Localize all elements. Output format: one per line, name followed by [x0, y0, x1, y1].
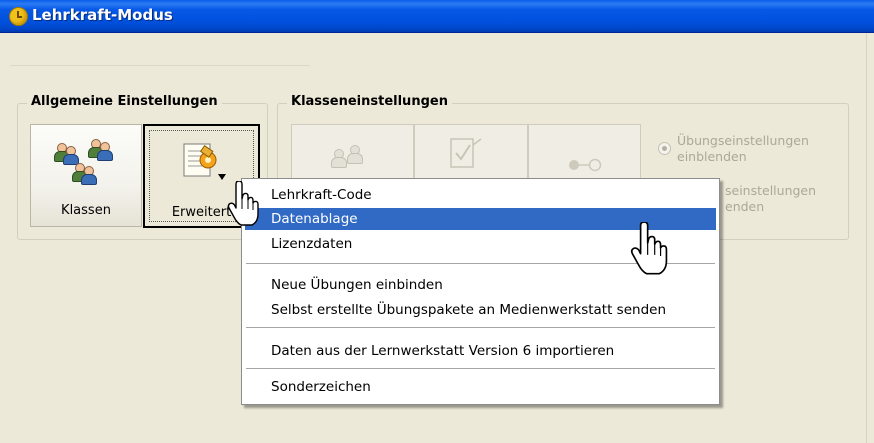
menu-separator	[246, 368, 715, 369]
toggle-icon	[567, 157, 607, 173]
checklist-icon	[445, 135, 485, 175]
window-edge-divider	[866, 33, 867, 443]
settings-tools-icon	[180, 140, 230, 188]
hand-cursor-icon	[630, 222, 668, 275]
general-settings-legend: Allgemeine Einstellungen	[27, 94, 222, 109]
menu-item-lehrkraft-code[interactable]: Lehrkraft-Code	[245, 184, 716, 206]
top-divider	[10, 65, 310, 66]
window-title: Lehrkraft-Modus	[32, 6, 173, 24]
klassen-button-label: Klassen	[61, 203, 111, 218]
students-icon	[330, 145, 370, 175]
menu-item-sonderzeichen[interactable]: Sonderzeichen	[245, 376, 716, 398]
menu-item-neue-uebungen[interactable]: Neue Übungen einbinden	[245, 274, 716, 296]
users-group-icon	[53, 139, 113, 185]
hand-cursor-icon	[227, 181, 259, 226]
radio-label-show-exercise-settings: Übungseinstellungen einblenden	[677, 133, 809, 164]
menu-separator	[246, 327, 715, 328]
clock-app-icon	[9, 7, 28, 26]
menu-item-version6-import[interactable]: Daten aus der Lernwerkstatt Version 6 im…	[245, 340, 716, 362]
radio-label-hide-settings: seinstellungen enden	[725, 183, 817, 214]
radio-show-exercise-settings[interactable]	[658, 142, 671, 155]
klassen-button[interactable]: Klassen	[30, 124, 142, 227]
context-menu: Lehrkraft-Code Datenablage Lizenzdaten N…	[241, 178, 720, 405]
title-bar[interactable]: Lehrkraft-Modus	[0, 0, 874, 33]
menu-item-uebungspakete-senden[interactable]: Selbst erstellte Übungspakete an Medienw…	[245, 299, 716, 321]
class-settings-legend: Klasseneinstellungen	[287, 94, 452, 109]
